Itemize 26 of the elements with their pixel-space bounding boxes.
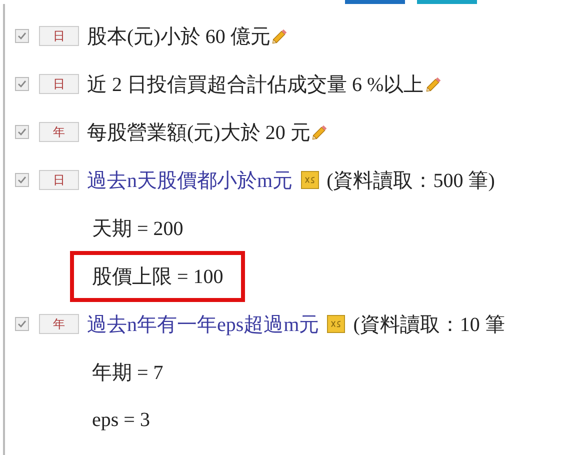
checkbox[interactable] [15, 317, 29, 331]
xs-icon [327, 315, 346, 333]
checkbox[interactable] [15, 173, 29, 187]
pencil-icon[interactable] [311, 123, 330, 141]
parameter-text: 年期 = 7 [91, 360, 164, 386]
record-count: (資料讀取：10 筆 [353, 312, 505, 338]
rule-text: 每股營業額(元)大於 20 元 [87, 120, 310, 146]
checkbox[interactable] [15, 77, 29, 91]
parameter-text: eps = 3 [91, 408, 151, 432]
period-tag: 日 [39, 170, 79, 190]
period-tag: 日 [39, 74, 79, 94]
checkbox[interactable] [15, 125, 29, 139]
rule-text: 股本(元)小於 60 億元 [87, 24, 270, 50]
pencil-icon[interactable] [424, 75, 443, 93]
xs-icon [300, 171, 319, 189]
period-tag: 日 [39, 26, 79, 46]
period-tag: 年 [39, 314, 79, 334]
rule-text: 近 2 日投信買超合計佔成交量 6 %以上 [87, 72, 424, 98]
pencil-icon[interactable] [271, 27, 290, 45]
rule-link[interactable]: 過去n天股價都小於m元 [87, 166, 293, 194]
parameter-text: 股價上限 = 100 [70, 250, 246, 302]
parameter-text: 天期 = 200 [91, 216, 184, 242]
rule-link[interactable]: 過去n年有一年eps超過m元 [87, 310, 320, 338]
checkbox[interactable] [15, 29, 29, 43]
record-count: (資料讀取：500 筆) [326, 168, 495, 194]
period-tag: 年 [39, 122, 79, 142]
